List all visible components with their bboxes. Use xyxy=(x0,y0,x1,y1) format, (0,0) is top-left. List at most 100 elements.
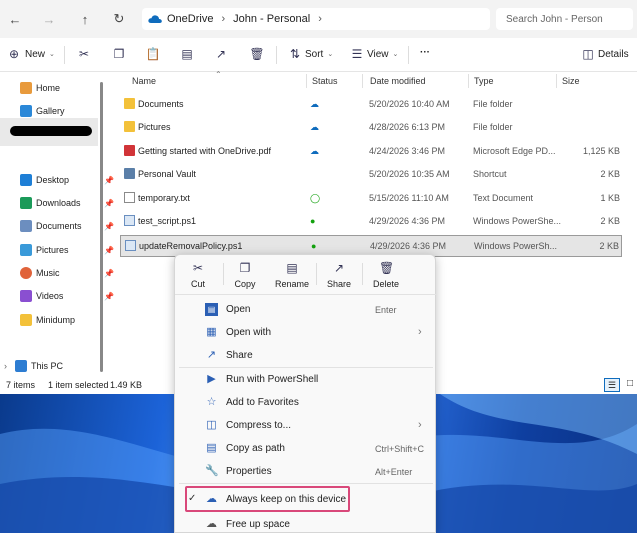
folder-icon xyxy=(124,121,135,132)
rename-action[interactable]: ▤ Rename xyxy=(269,261,315,289)
vault-icon xyxy=(124,168,135,179)
table-row[interactable]: temporary.txt ◯ 5/15/2026 11:10 AM Text … xyxy=(120,188,622,210)
menu-item-run-with-powershell[interactable]: ▶ Run with PowerShell xyxy=(175,369,437,391)
sidebar-item-desktop[interactable]: Desktop 📌 xyxy=(20,170,120,190)
menu-item-copy-as-path[interactable]: ▤ Copy as path Ctrl+Shift+C xyxy=(175,438,437,460)
file-name: Pictures xyxy=(138,122,171,132)
column-divider[interactable] xyxy=(362,74,363,88)
back-arrow-icon[interactable]: ← xyxy=(6,10,24,28)
menu-item-share[interactable]: ↗ Share xyxy=(175,345,437,367)
more-options-button[interactable]: ··· xyxy=(420,47,430,58)
forward-arrow-icon[interactable]: → xyxy=(40,10,58,28)
rename-icon: ▤ xyxy=(181,47,193,61)
folder-icon xyxy=(124,98,135,109)
tiles-view-icon[interactable]: □ xyxy=(624,378,636,392)
sidebar-item-this-pc[interactable]: › This PC xyxy=(4,356,104,376)
refresh-icon[interactable]: ↻ xyxy=(110,10,128,28)
search-box[interactable] xyxy=(496,8,633,30)
sidebar-item-pictures[interactable]: Pictures 📌 xyxy=(20,240,120,260)
file-date: 5/20/2026 10:40 AM xyxy=(369,99,450,109)
trash-icon: 🗑 xyxy=(249,47,265,61)
sidebar-item-label: Gallery xyxy=(36,106,65,116)
chevron-right-icon: › xyxy=(4,361,7,371)
column-header-type[interactable]: Type xyxy=(474,76,494,86)
table-row[interactable]: Pictures ☁ 4/28/2026 6:13 PM File folder xyxy=(120,117,622,139)
redaction-bar xyxy=(10,126,92,136)
computer-icon xyxy=(15,360,27,372)
table-row[interactable]: Getting started with OneDrive.pdf ☁ 4/24… xyxy=(120,141,622,163)
column-header-status[interactable]: Status xyxy=(312,76,338,86)
up-arrow-icon[interactable]: ↑ xyxy=(76,10,94,28)
table-row[interactable]: Personal Vault 5/20/2026 10:35 AM Shortc… xyxy=(120,164,622,186)
file-type: Microsoft Edge PD... xyxy=(473,146,556,156)
column-header-size[interactable]: Size xyxy=(562,76,580,86)
menu-item-label: Open xyxy=(226,304,251,315)
search-input[interactable] xyxy=(506,13,633,25)
sidebar-item-home[interactable]: Home xyxy=(20,78,120,98)
sidebar-item-music[interactable]: Music 📌 xyxy=(20,263,120,283)
paste-button[interactable]: 📋 xyxy=(146,47,161,61)
file-name: test_script.ps1 xyxy=(138,216,197,226)
menu-item-open-with[interactable]: ▦ Open with › xyxy=(175,322,437,344)
selection-count: 1 item selected xyxy=(48,380,109,390)
sidebar-item-label: Downloads xyxy=(36,198,81,208)
trash-icon: 🗑 xyxy=(379,261,395,275)
new-button[interactable]: ⊕ New ⌄ xyxy=(7,47,55,61)
menu-item-free-up-space[interactable]: ☁ Free up space xyxy=(175,514,437,533)
always-available-status-icon: ● xyxy=(310,216,316,226)
sidebar-item-minidump[interactable]: Minidump xyxy=(20,310,120,330)
sort-arrows-icon: ⇅ xyxy=(289,47,301,61)
menu-item-properties[interactable]: 🔧 Properties Alt+Enter xyxy=(175,461,437,483)
delete-action[interactable]: 🗑 Delete xyxy=(363,261,409,289)
sidebar-item-label: Minidump xyxy=(36,315,76,325)
sidebar-item-documents[interactable]: Documents 📌 xyxy=(20,216,120,236)
copy-action[interactable]: ❐ Copy xyxy=(222,261,268,289)
copy-path-icon: ▤ xyxy=(206,442,217,454)
plus-circle-icon: ⊕ xyxy=(8,47,20,61)
menu-item-add-to-favorites[interactable]: ☆ Add to Favorites xyxy=(175,392,437,414)
file-size: 1 KB xyxy=(600,193,620,203)
breadcrumb-onedrive[interactable]: OneDrive xyxy=(167,13,213,25)
chevron-right-icon[interactable]: › xyxy=(318,13,322,25)
copy-button[interactable]: ❐ xyxy=(112,47,126,61)
breadcrumb[interactable]: OneDrive › John - Personal › xyxy=(142,8,490,30)
file-size: 2 KB xyxy=(599,241,619,251)
sidebar-item-videos[interactable]: Videos 📌 xyxy=(20,286,120,306)
rename-label: Rename xyxy=(274,279,310,289)
delete-button[interactable]: 🗑 xyxy=(249,47,265,61)
menu-item-compress-to[interactable]: ◫ Compress to... › xyxy=(175,415,437,437)
share-button[interactable]: ↗ xyxy=(214,47,228,61)
details-button[interactable]: ◫ Details xyxy=(581,47,628,61)
column-divider[interactable] xyxy=(306,74,307,88)
column-header-date[interactable]: Date modified xyxy=(370,76,426,86)
sort-button[interactable]: ⇅ Sort ⌄ xyxy=(288,47,333,61)
cut-action[interactable]: ✂ Cut xyxy=(175,261,221,289)
column-divider[interactable] xyxy=(556,74,557,88)
column-divider[interactable] xyxy=(468,74,469,88)
txt-icon xyxy=(124,192,135,203)
share-action[interactable]: ↗ Share xyxy=(316,261,362,289)
sidebar-item-downloads[interactable]: Downloads 📌 xyxy=(20,193,120,213)
quick-actions-bar: ✂ Cut ❐ Copy ▤ Rename ↗ Share 🗑 Delete xyxy=(175,255,437,295)
sidebar-scrollbar[interactable] xyxy=(100,82,103,372)
table-row[interactable]: test_script.ps1 ● 4/29/2026 4:36 PM Wind… xyxy=(120,211,622,233)
file-name: Getting started with OneDrive.pdf xyxy=(138,146,272,156)
menu-item-open[interactable]: ▤ Open Enter xyxy=(175,299,437,321)
chevron-down-icon: ⌄ xyxy=(392,51,399,58)
sidebar-item-label: Desktop xyxy=(36,175,70,185)
view-button[interactable]: ☰ View ⌄ xyxy=(350,47,399,61)
cut-button[interactable]: ✂ xyxy=(77,47,91,61)
breadcrumb-john-personal[interactable]: John - Personal xyxy=(233,13,310,25)
menu-divider xyxy=(179,483,433,484)
chevron-right-icon[interactable]: › xyxy=(221,13,225,25)
table-row[interactable]: Documents ☁ 5/20/2026 10:40 AM File fold… xyxy=(120,94,622,116)
details-view-icon[interactable]: ☰ xyxy=(604,378,620,392)
address-bar: ← → ↑ ↻ OneDrive › John - Personal › xyxy=(0,0,637,38)
column-header-name[interactable]: Name xyxy=(132,76,156,86)
menu-item-label: Share xyxy=(226,350,253,361)
sidebar-item-label: Documents xyxy=(36,221,82,231)
ps1-icon xyxy=(124,215,135,226)
pictures-icon xyxy=(20,244,32,256)
sidebar-item-label: Home xyxy=(36,83,61,93)
rename-button[interactable]: ▤ xyxy=(180,47,194,61)
